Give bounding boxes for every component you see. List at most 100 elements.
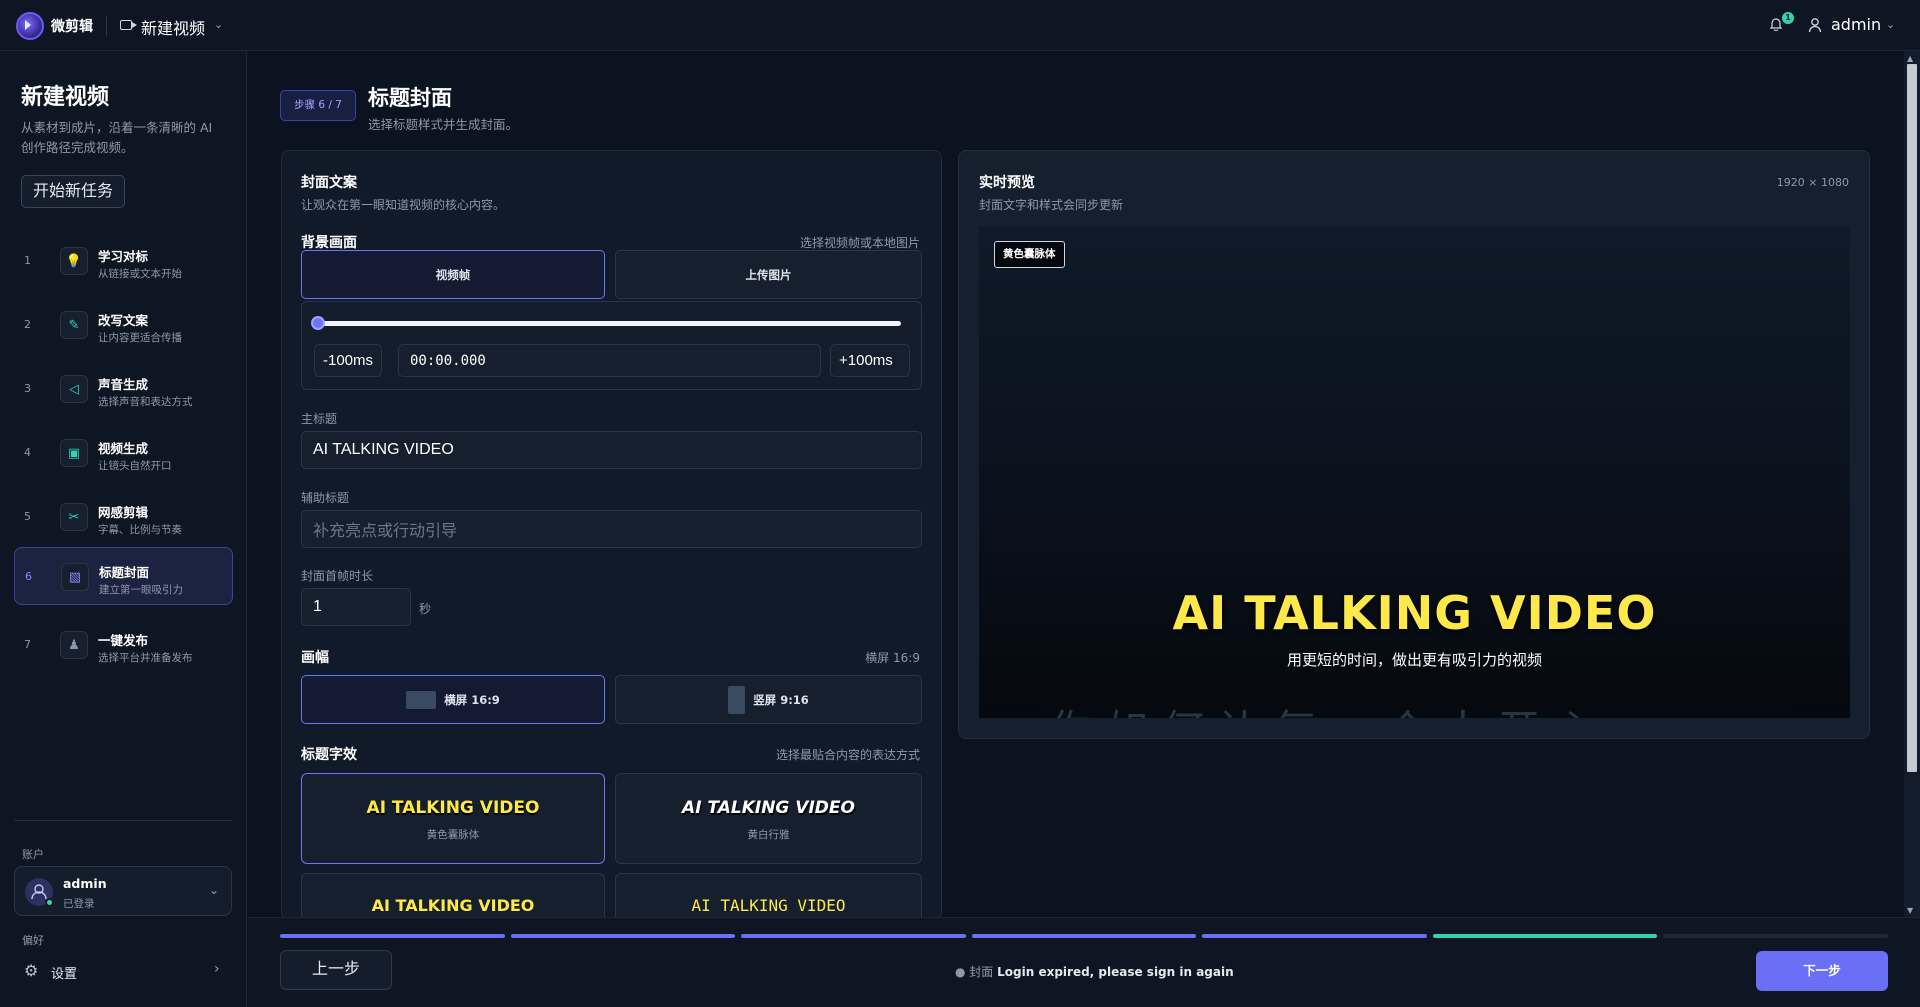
gear-icon: ⚙ [24, 961, 39, 980]
step-label: 声音生成 [98, 377, 149, 392]
effect-preview-text: AI TALKING VIDEO [366, 798, 540, 818]
status-prefix: ● 封面 [955, 965, 994, 979]
plus-100ms-button[interactable]: +100ms [830, 344, 910, 377]
effect-card-2[interactable]: AI TALKING VIDEO 黄白行雅 [615, 773, 922, 864]
background-hint: 选择视频帧或本地图片 [799, 236, 920, 250]
chevron-down-icon[interactable]: ⌄ [1886, 18, 1895, 31]
effect-card-3[interactable]: AI TALKING VIDEO [301, 873, 605, 921]
new-task-button[interactable]: 开始新任务 [21, 175, 125, 208]
pencil-icon: ✎ [60, 311, 88, 339]
sidebar-step-2[interactable]: 2 ✎ 改写文案 让内容更适合传播 [14, 296, 233, 354]
image-icon: ▧ [61, 563, 89, 591]
effect-card-1[interactable]: AI TALKING VIDEO 黄色囊脉体 [301, 773, 605, 864]
account-name: admin [63, 876, 107, 891]
effect-preview-text: AI TALKING VIDEO [682, 798, 855, 818]
section-subtitle-cover-text: 让观众在第一眼知道视频的核心内容。 [301, 198, 506, 212]
step-label: 一键发布 [98, 633, 149, 648]
notification-badge: 1 [1782, 12, 1794, 24]
account-card[interactable]: admin 已登录 ⌄ [14, 866, 232, 916]
sub-title-input[interactable]: 补充亮点或行动引导 [301, 510, 922, 548]
section-title-cover-text: 封面文案 [301, 175, 357, 191]
top-bar [0, 0, 1920, 51]
duration-label: 封面首帧时长 [301, 569, 374, 583]
app-logo-icon[interactable] [16, 12, 44, 40]
progress-segment-7 [1663, 934, 1888, 938]
step-label: 网感剪辑 [98, 505, 149, 520]
effect-card-4[interactable]: AI TALKING VIDEO [615, 873, 922, 921]
portrait-icon [728, 685, 746, 714]
preferences-section-label: 偏好 [22, 934, 44, 947]
effect-name: 黄色囊脉体 [426, 829, 480, 841]
step-number: 2 [24, 318, 31, 331]
progress-segment-1 [280, 934, 505, 938]
step-number: 5 [24, 510, 31, 523]
bell-icon[interactable] [1769, 17, 1783, 31]
frame-picker: -100ms 00:00.000 +100ms [301, 301, 922, 390]
sidebar-step-3[interactable]: 3 ◁ 声音生成 选择声音和表达方式 [14, 360, 233, 418]
scroll-up-arrow-icon[interactable]: ▲ [1907, 54, 1913, 63]
section-title-aspect: 画幅 [301, 650, 329, 666]
step-sub: 选择平台并准备发布 [98, 652, 193, 664]
project-name[interactable]: 新建视频 [141, 15, 205, 39]
person-icon: ♟ [60, 631, 88, 659]
step-number: 4 [24, 446, 31, 459]
header-divider [106, 16, 107, 36]
step-sub: 选择声音和表达方式 [98, 396, 193, 408]
sidebar-step-7[interactable]: 7 ♟ 一键发布 选择平台并准备发布 [14, 616, 233, 674]
status-text: Login expired, please sign in again [997, 965, 1234, 979]
aspect-hint: 横屏 16:9 [865, 651, 920, 665]
step-sub: 建立第一眼吸引力 [99, 584, 183, 596]
online-status-dot [45, 898, 54, 907]
progress-segment-2 [510, 934, 736, 938]
progress-segment-5 [1202, 934, 1427, 938]
step-number: 6 [25, 570, 32, 583]
option-label: 竖屏 9:16 [753, 692, 809, 707]
aspect-option-portrait[interactable]: 竖屏 9:16 [615, 675, 922, 724]
step-sub: 从链接或文本开始 [98, 268, 182, 280]
account-section-label: 账户 [22, 848, 44, 861]
step-label: 视频生成 [98, 441, 149, 456]
step-sub: 让内容更适合传播 [98, 332, 182, 344]
minus-100ms-button[interactable]: -100ms [314, 344, 383, 377]
sub-title-label: 辅助标题 [301, 491, 350, 505]
bg-option-upload-image[interactable]: 上传图片 [615, 250, 922, 299]
settings-menu-item[interactable]: ⚙ 设置 › [14, 955, 232, 985]
next-step-button[interactable]: 下一步 [1756, 951, 1888, 991]
duration-input[interactable]: 1 [301, 588, 411, 626]
chevron-down-icon[interactable]: ⌄ [209, 883, 219, 897]
status-message: ● 封面 Login expired, please sign in again [955, 963, 1234, 980]
step-label: 标题封面 [99, 565, 150, 580]
frame-slider-track[interactable] [318, 321, 901, 326]
sidebar-step-5[interactable]: 5 ✂ 网感剪辑 字幕、比例与节奏 [14, 488, 233, 546]
sidebar-step-1[interactable]: 1 💡 学习对标 从链接或文本开始 [14, 232, 233, 290]
main-title-input[interactable]: AI TALKING VIDEO [301, 431, 922, 469]
preview-sub-title: 用更短的时间，做出更有吸引力的视频 [1286, 651, 1542, 669]
step-badge: 步骤 6 / 7 [280, 90, 356, 121]
aspect-option-landscape[interactable]: 横屏 16:9 [301, 675, 605, 724]
scissors-icon: ✂ [60, 503, 88, 531]
preview-main-title: AI TALKING VIDEO [1172, 586, 1657, 640]
cover-preview-canvas: 黄色囊脉体 AI TALKING VIDEO 用更短的时间，做出更有吸引力的视频… [979, 226, 1850, 718]
progress-segment-3 [741, 934, 966, 938]
cover-settings-panel: 封面文案 让观众在第一眼知道视频的核心内容。 背景画面 选择视频帧或本地图片 视… [281, 150, 942, 921]
user-icon[interactable] [1808, 17, 1822, 33]
sidebar-step-6[interactable]: 6 ▧ 标题封面 建立第一眼吸引力 [14, 547, 233, 605]
scroll-down-arrow-icon[interactable]: ▼ [1907, 906, 1913, 915]
bulb-icon: 💡 [60, 247, 88, 275]
page-title: 标题封面 [368, 86, 452, 110]
video-camera-icon [120, 20, 137, 30]
frame-slider-thumb[interactable] [311, 316, 325, 330]
previous-step-button[interactable]: 上一步 [280, 950, 392, 990]
page-subtitle: 选择标题样式并生成封面。 [368, 117, 519, 132]
chevron-right-icon: › [214, 961, 220, 977]
bg-option-video-frame[interactable]: 视频帧 [301, 250, 605, 299]
effects-hint: 选择最贴合内容的表达方式 [775, 748, 920, 762]
scrollbar-thumb[interactable] [1907, 64, 1917, 772]
step-sub: 让镜头自然开口 [98, 460, 172, 472]
chevron-down-icon[interactable]: ⌄ [214, 18, 223, 31]
frame-time-input[interactable]: 00:00.000 [398, 344, 821, 377]
sidebar-step-4[interactable]: 4 ▣ 视频生成 让镜头自然开口 [14, 424, 233, 482]
user-menu[interactable]: admin [1831, 15, 1881, 34]
strip-text: 你如何让每一个人开心 [1050, 697, 1610, 718]
sidebar-title: 新建视频 [21, 85, 110, 110]
